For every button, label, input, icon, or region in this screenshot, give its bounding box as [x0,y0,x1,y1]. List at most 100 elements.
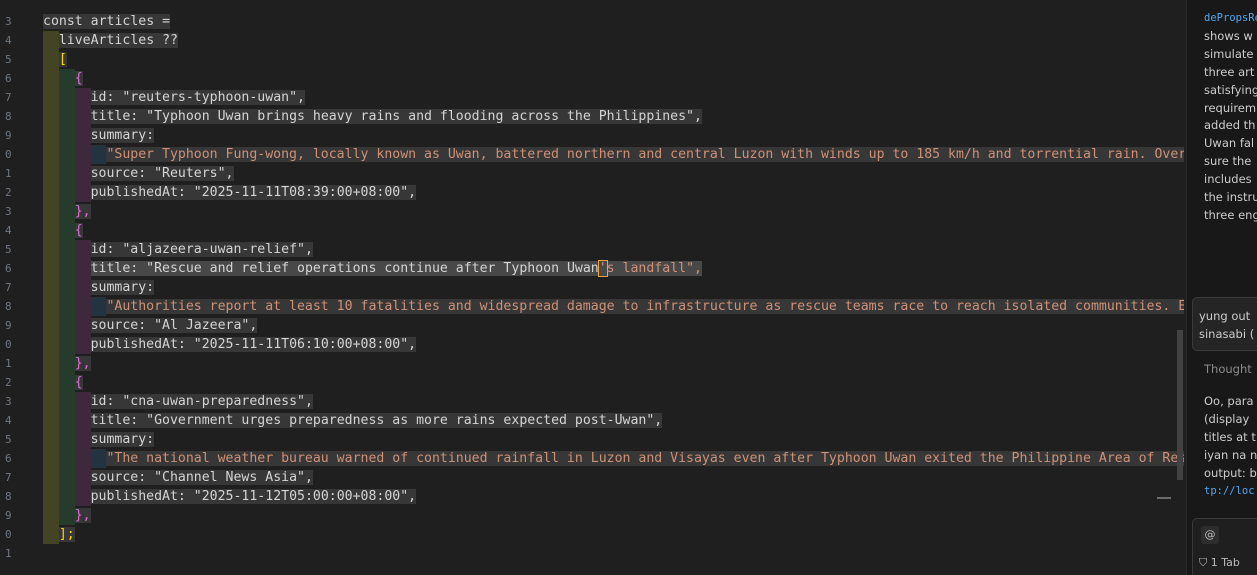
line-number: 4 [5,224,12,237]
indent-guide [74,335,91,354]
line-number: 7 [5,471,12,484]
user-message-line: yung out [1199,309,1251,323]
code-line[interactable]: title: "Government urges preparedness as… [36,411,1184,430]
code-text: publishedAt: "2025-11-11T08:39:00+08:00"… [90,185,417,200]
line-number: 6 [5,72,12,85]
line-number: 0 [5,528,12,541]
code-line[interactable]: summary: [36,278,1184,297]
code-line[interactable]: source: "Reuters", [36,164,1184,183]
indent-guide [74,411,91,430]
code-line[interactable]: summary: [36,126,1184,145]
code-editor[interactable]: 3 4 5 6 7 8 9 0 1 2 3 4 5 6 7 8 9 0 1 2 3 4 5 6 7 8 9 0 1 const arti… [0,0,1186,575]
indent-guide [58,126,75,145]
line-number: 9 [5,509,12,522]
assistant-line: dePropsRev [1204,12,1257,24]
indent-guide [74,259,91,278]
line-number: 5 [5,53,12,66]
line-number: 0 [5,338,12,351]
indent-guide [74,487,91,506]
code-area[interactable]: const articles = liveArticles ?? [ { id: "re… [36,12,1184,575]
chat-input[interactable]: @ ⛉ 1 Tab [1192,518,1257,575]
indent-guide [58,88,75,107]
code-line[interactable]: title: "Typhoon Uwan brings heavy rains … [36,107,1184,126]
indent-guide [74,126,91,145]
code-line[interactable]: id: "reuters-typhoon-uwan", [36,88,1184,107]
code-line[interactable]: source: "Al Jazeera", [36,316,1184,335]
code-text: title: "Typhoon Uwan brings heavy rains … [90,109,702,124]
indent-guide [74,183,91,202]
indent-guide [90,449,107,468]
code-text: s landfall", [606,261,702,276]
code-line[interactable]: }, [36,354,1184,373]
line-number: 5 [5,243,12,256]
at-icon[interactable]: @ [1201,526,1219,544]
thought-label[interactable]: Thought [1204,362,1252,376]
code-text: source: "Channel News Asia", [90,470,313,485]
code-text: title: "Rescue and relief operations con… [90,261,599,276]
code-line[interactable]: [ [36,50,1184,69]
indent-guide [58,183,75,202]
reply-code-link[interactable]: tp://loc [1204,483,1257,501]
code-line[interactable]: { [36,373,1184,392]
code-line[interactable]: title: "Rescue and relief operations con… [36,259,1184,278]
indent-guide [43,297,59,316]
code-text: { [74,71,83,86]
reply-line: titles at t [1204,429,1256,444]
indent-guide [74,164,91,183]
code-line[interactable]: summary: [36,430,1184,449]
code-line[interactable]: publishedAt: "2025-11-11T06:10:00+08:00"… [36,335,1184,354]
code-line[interactable]: const articles = [36,12,1184,31]
code-line[interactable]: }, [36,506,1184,525]
code-line[interactable]: source: "Channel News Asia", [36,468,1184,487]
indent-guide [43,259,59,278]
line-number: 7 [5,281,12,294]
indent-guide [58,107,75,126]
user-message[interactable]: yung out sinasabi ( [1192,297,1257,351]
code-line[interactable]: liveArticles ?? [36,31,1184,50]
indent-guide [43,354,59,373]
indent-guide [74,107,91,126]
indent-guide [43,183,59,202]
code-line[interactable]: "The national weather bureau warned of c… [36,449,1184,468]
code-line[interactable]: publishedAt: "2025-11-11T08:39:00+08:00"… [36,183,1184,202]
line-number: 5 [5,433,12,446]
code-text: "Super Typhoon Fung-wong, locally known … [106,147,1184,162]
assistant-line: added th [1204,118,1256,133]
line-number: 1 [5,547,12,560]
code-line[interactable]: }, [36,202,1184,221]
line-number: 4 [5,414,12,427]
line-number: 1 [5,167,12,180]
indent-guide [74,392,91,411]
code-line[interactable]: ]; [36,525,1184,544]
code-text: id: "cna-uwan-preparedness", [90,394,313,409]
indent-guide [58,221,75,240]
code-text: source: "Al Jazeera", [90,318,258,333]
indent-guide [43,468,59,487]
indent-guide [43,525,59,544]
code-line[interactable]: id: "cna-uwan-preparedness", [36,392,1184,411]
code-line[interactable]: { [36,69,1184,88]
indent-guide [58,164,75,183]
indent-guide [43,373,59,392]
indent-guide [43,449,59,468]
indent-guide [58,240,75,259]
editor-scrollbar-thumb[interactable] [1177,330,1183,480]
code-line[interactable]: "Super Typhoon Fung-wong, locally known … [36,145,1184,164]
context-tab-chip[interactable]: ⛉ 1 Tab [1199,556,1240,570]
line-number: 6 [5,262,12,275]
code-text: publishedAt: "2025-11-11T06:10:00+08:00"… [90,337,417,352]
code-text: "The national weather bureau warned of c… [106,451,1184,466]
indent-guide [74,278,91,297]
indent-guide [58,468,75,487]
code-line[interactable]: publishedAt: "2025-11-12T05:00:00+08:00"… [36,487,1184,506]
code-line[interactable]: { [36,221,1184,240]
code-line[interactable]: "Authorities report at least 10 fataliti… [36,297,1184,316]
line-number: 8 [5,110,12,123]
code-text: { [74,223,83,238]
indent-guide [58,411,75,430]
indent-guide [43,392,59,411]
code-line[interactable]: id: "aljazeera-uwan-relief", [36,240,1184,259]
indent-guide [58,335,75,354]
code-text: summary: [90,280,155,295]
indent-guide [58,487,75,506]
